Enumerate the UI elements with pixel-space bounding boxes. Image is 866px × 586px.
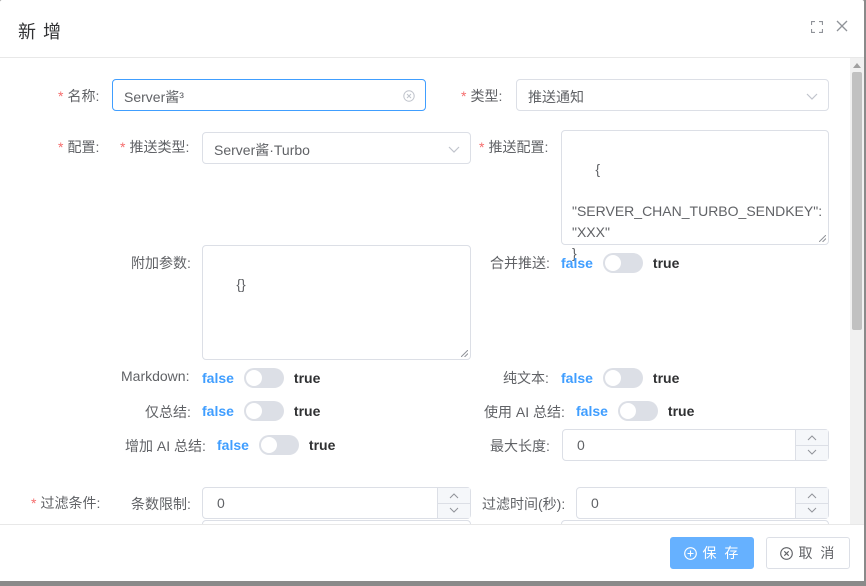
chevron-down-icon [806, 93, 818, 100]
clear-icon[interactable] [403, 90, 415, 102]
switch-track[interactable] [243, 401, 284, 421]
switch-track[interactable] [243, 368, 284, 388]
plus-circle-icon [683, 546, 697, 560]
add-ai-summary-switch[interactable]: false true [217, 434, 335, 456]
filter-label: * 过滤条件: [31, 495, 101, 511]
resize-handle-icon[interactable] [461, 350, 468, 357]
add-ai-summary-label: 增加 AI 总结: [125, 438, 206, 454]
markdown-label: Markdown: [121, 368, 190, 384]
merge-push-switch[interactable]: false true [561, 252, 679, 274]
close-icon[interactable] [836, 20, 848, 32]
max-length-input[interactable]: 0 [562, 429, 829, 461]
name-label: * 名称: [58, 88, 100, 104]
scrollbar-thumb[interactable] [852, 72, 862, 330]
push-config-value: { "SERVER_CHAN_TURBO_SENDKEY": "XXX" } [572, 161, 823, 261]
increase-icon[interactable] [438, 488, 470, 504]
push-type-select[interactable]: Server酱·Turbo [202, 132, 471, 164]
fullscreen-icon[interactable] [811, 21, 823, 33]
filter-time-input[interactable]: 0 [576, 487, 829, 519]
push-config-label: * 推送配置: [479, 139, 549, 155]
config-label: * 配置: [58, 139, 100, 155]
use-ai-summary-label: 使用 AI 总结: [484, 404, 565, 420]
switch-track[interactable] [617, 401, 658, 421]
vertical-scrollbar[interactable] [850, 58, 864, 524]
max-length-label: 最大长度: [490, 438, 550, 454]
filter-time-label: 过滤时间(秒): [482, 496, 566, 512]
dialog-footer: 保 存 取 消 [0, 524, 864, 581]
dialog-header: 新 增 [0, 0, 864, 58]
summary-only-label: 仅总结: [145, 404, 191, 420]
decrease-icon[interactable] [796, 445, 828, 460]
plain-text-label: 纯文本: [503, 370, 549, 386]
scroll-up-icon[interactable] [853, 63, 861, 68]
merge-push-label: 合并推送: [490, 255, 550, 271]
save-button[interactable]: 保 存 [670, 537, 754, 569]
cancel-button[interactable]: 取 消 [766, 537, 850, 569]
count-limit-label: 条数限制: [131, 496, 191, 512]
count-limit-input[interactable]: 0 [202, 487, 471, 519]
type-select[interactable]: 推送通知 [516, 79, 829, 111]
increase-icon[interactable] [796, 488, 828, 504]
switch-track[interactable] [602, 368, 643, 388]
close-circle-icon [779, 546, 793, 560]
dialog-body: * 名称: Server酱³ * 类型: 推送通知 * 配置: * 推送类型: Serv… [0, 58, 850, 524]
push-config-textarea[interactable]: { "SERVER_CHAN_TURBO_SENDKEY": "XXX" } [561, 130, 829, 261]
name-input[interactable]: Server酱³ [112, 79, 426, 111]
switch-track[interactable] [602, 253, 643, 273]
type-label: * 类型: [461, 88, 503, 104]
switch-track[interactable] [258, 435, 299, 455]
push-type-label: * 推送类型: [120, 139, 190, 155]
extra-params-textarea[interactable]: {} [202, 245, 471, 360]
resize-handle-icon[interactable] [819, 235, 826, 242]
use-ai-summary-switch[interactable]: false true [576, 400, 694, 422]
chevron-down-icon [448, 146, 460, 153]
dialog-title: 新 增 [18, 22, 63, 42]
decrease-icon[interactable] [438, 503, 470, 518]
summary-only-switch[interactable]: false true [202, 400, 320, 422]
plain-text-switch[interactable]: false true [561, 367, 679, 389]
extra-params-value: {} [236, 276, 246, 292]
add-dialog: 新 增 * 名称: Server酱³ * 类型: 推送通知 * 配置: * 推送类型: [0, 0, 864, 581]
decrease-icon[interactable] [796, 503, 828, 518]
markdown-switch[interactable]: false true [202, 367, 320, 389]
extra-params-label: 附加参数: [131, 255, 191, 271]
increase-icon[interactable] [796, 430, 828, 446]
